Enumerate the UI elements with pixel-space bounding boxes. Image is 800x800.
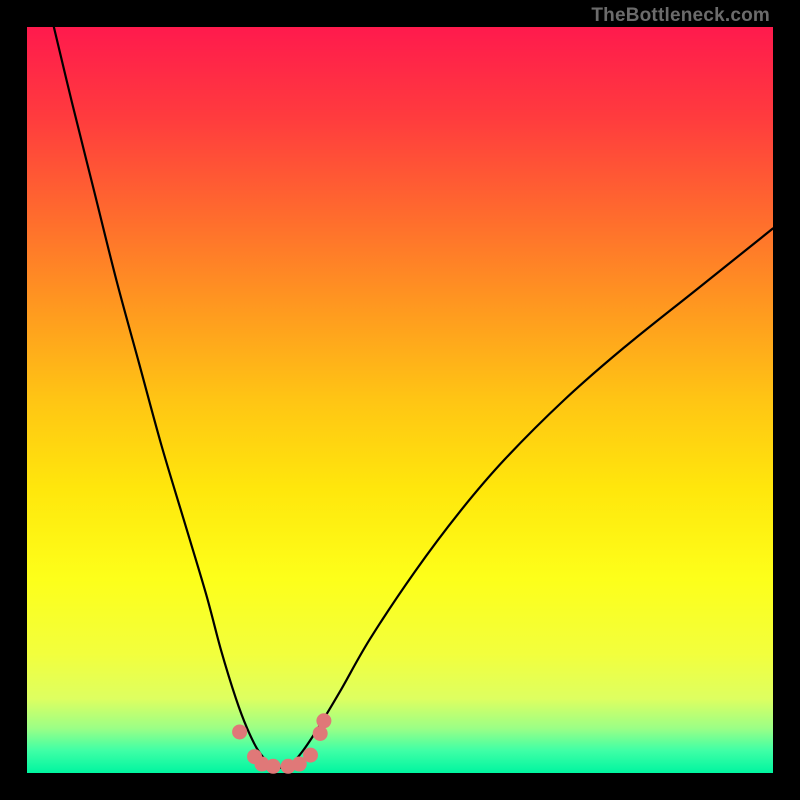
curve-marker — [303, 748, 318, 763]
curve-marker — [316, 713, 331, 728]
bottleneck-curve — [54, 27, 773, 768]
chart-canvas — [27, 27, 773, 773]
watermark-text: TheBottleneck.com — [591, 6, 770, 25]
curve-markers — [232, 713, 331, 774]
curve-marker — [266, 759, 281, 774]
curve-marker — [232, 724, 247, 739]
curve-marker — [313, 726, 328, 741]
